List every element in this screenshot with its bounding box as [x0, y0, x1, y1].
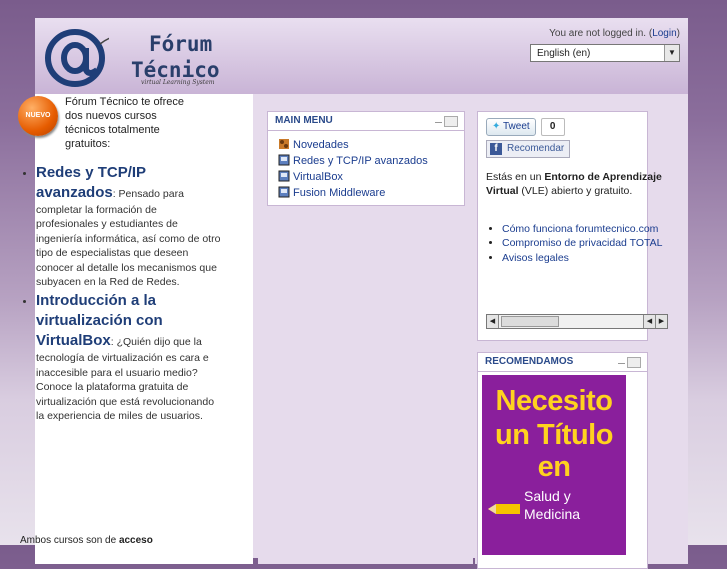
vle-description: Estás en un Entorno de Aprendizaje Virtu… [486, 170, 671, 199]
block-hide-icon[interactable] [435, 116, 458, 127]
footer-bold: acceso [118, 535, 153, 546]
recommended-title-text: RECOMENDAMOS [485, 356, 574, 367]
twitter-bird-icon: ✦ [492, 121, 501, 132]
tweet-count: 0 [540, 118, 565, 136]
menu-item-label[interactable]: VirtualBox [293, 171, 343, 183]
link-label[interactable]: Compromiso de privacidad TOTAL [502, 237, 662, 249]
forum-icon [279, 139, 289, 149]
ad-line-1: Necesito [495, 385, 613, 417]
new-badge-icon: NUEVO [18, 96, 58, 136]
menu-item-label[interactable]: Redes y TCP/IP avanzados [293, 155, 428, 167]
recommended-title: RECOMENDAMOS [478, 353, 647, 372]
tweet-row: ✦ Tweet 0 [486, 118, 565, 136]
course-icon [278, 154, 290, 166]
recommended-block: RECOMENDAMOS Necesito un Título en Salud… [477, 352, 648, 569]
recommend-button[interactable]: f Recomendar [486, 140, 571, 158]
logo-title-line1: Fórum [149, 32, 213, 56]
link-label[interactable]: Avisos legales [502, 252, 569, 264]
info-links: Cómo funciona forumtecnico.com Compromis… [486, 222, 687, 265]
menu-item-redes[interactable]: Redes y TCP/IP avanzados [278, 153, 464, 169]
language-select[interactable]: English (en) ▼ [530, 44, 680, 62]
menu-item-label[interactable]: Novedades [293, 139, 349, 151]
ad-banner[interactable]: Necesito un Título en Salud y Medicina [482, 375, 626, 555]
chevron-down-icon[interactable]: ▼ [664, 45, 679, 61]
menu-item-fusion[interactable]: Fusion Middleware [278, 185, 464, 201]
courses-footer-text: Ambos cursos son de acceso [20, 535, 153, 546]
login-status: You are not logged in. (Login) [549, 28, 680, 39]
main-menu-list: Novedades Redes y TCP/IP avanzados Virtu… [268, 131, 464, 201]
ad-line-2: un Título [495, 419, 613, 451]
course-icon [278, 186, 290, 198]
login-suffix: ) [676, 28, 680, 39]
block-hide-icon[interactable] [618, 357, 641, 368]
scrollbar-thumb[interactable] [501, 316, 559, 327]
menu-item-virtualbox[interactable]: VirtualBox [278, 169, 464, 185]
login-link[interactable]: Login [652, 28, 676, 39]
scroll-left-icon[interactable]: ◀ [487, 315, 499, 328]
course-description: : Pensado para completar la formación de… [36, 188, 221, 289]
menu-item-novedades[interactable]: Novedades [278, 137, 464, 153]
scroll-left-icon[interactable]: ◀ [643, 315, 655, 328]
main-menu-title: MAIN MENU [268, 112, 464, 131]
site-logo[interactable]: Fórum Técnico virtual Learning System [45, 26, 245, 88]
logo-subtitle: virtual Learning System [141, 79, 215, 86]
menu-item-label[interactable]: Fusion Middleware [293, 187, 385, 199]
at-sign-logo-icon [45, 29, 109, 87]
intro-text: Fórum Técnico te ofrece dos nuevos curso… [65, 96, 185, 150]
course-list: Redes y TCP/IP avanzados: Pensado para c… [20, 163, 221, 423]
facebook-icon: f [490, 143, 502, 155]
course-item-redes: Redes y TCP/IP avanzados: Pensado para c… [36, 163, 221, 289]
link-como-funciona[interactable]: Cómo funciona forumtecnico.com [502, 222, 687, 236]
link-avisos[interactable]: Avisos legales [502, 251, 687, 265]
middle-column: MAIN MENU Novedades Redes y TCP/IP avanz… [258, 94, 473, 564]
tweet-button[interactable]: ✦ Tweet [486, 118, 536, 136]
ad-sub-2: Medicina [524, 506, 581, 522]
course-icon [278, 170, 290, 182]
scroll-right-icon[interactable]: ▶ [655, 315, 667, 328]
link-label[interactable]: Cómo funciona forumtecnico.com [502, 223, 658, 235]
ad-sub-1: Salud y [524, 488, 571, 504]
tweet-label: Tweet [503, 121, 530, 132]
right-column: ✦ Tweet 0 f Recomendar Estás en un Entorno… [475, 94, 688, 569]
language-select-value: English (en) [537, 48, 591, 59]
pencil-icon [488, 504, 520, 514]
vle-text-1: Estás en un [486, 171, 545, 183]
recommend-label: Recomendar [507, 143, 565, 154]
footer-prefix: Ambos cursos son de [20, 535, 119, 546]
course-item-virtualbox: Introducción a la virtualización con Vir… [36, 291, 221, 423]
site-header: Fórum Técnico virtual Learning System Yo… [35, 18, 688, 94]
main-menu-block: MAIN MENU Novedades Redes y TCP/IP avanz… [267, 111, 465, 206]
link-privacidad[interactable]: Compromiso de privacidad TOTAL [502, 236, 687, 250]
horizontal-scrollbar[interactable]: ◀ ◀ ▶ [486, 314, 668, 329]
social-info-block: ✦ Tweet 0 f Recomendar Estás en un Entorno… [477, 111, 668, 341]
main-menu-title-text: MAIN MENU [275, 115, 333, 126]
login-prefix: You are not logged in. ( [549, 28, 653, 39]
ad-line-3: en [537, 451, 571, 483]
vle-text-2: (VLE) abierto y gratuito. [518, 185, 633, 198]
